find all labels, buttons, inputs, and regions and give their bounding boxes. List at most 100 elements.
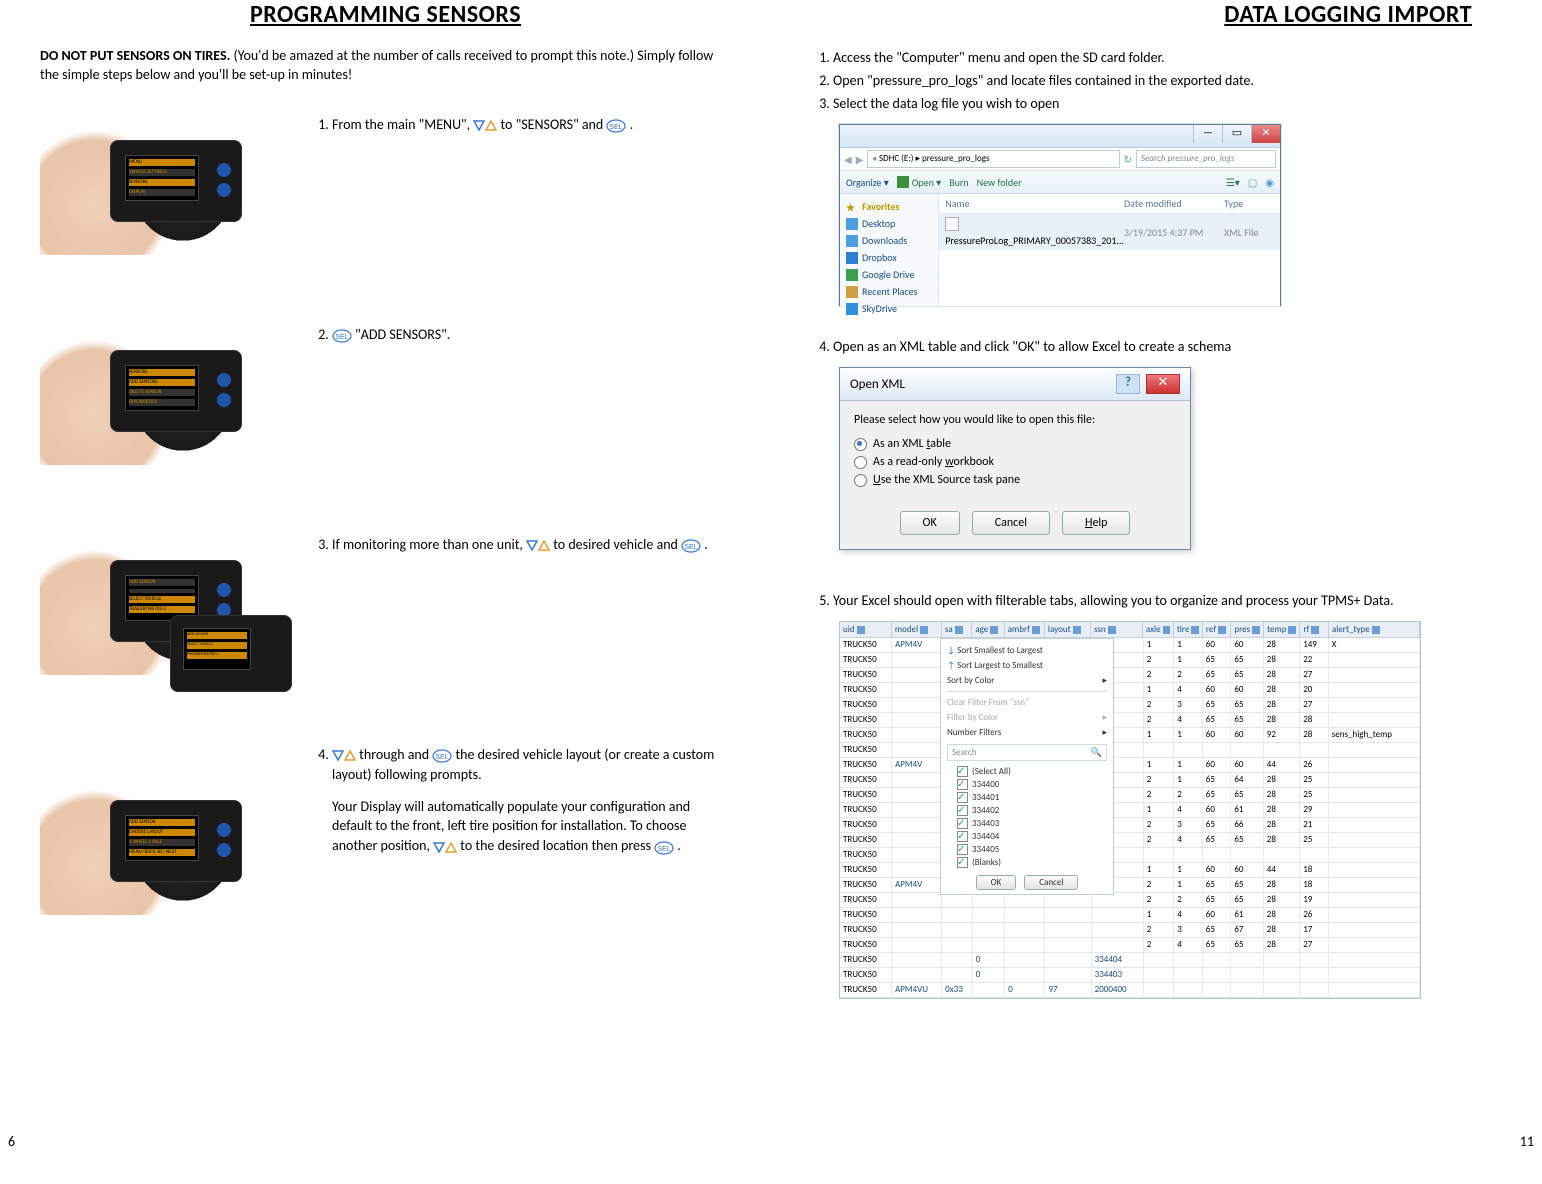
radio-xml-table[interactable]: As an XML table xyxy=(854,435,1176,453)
table-row[interactable]: TRUCK501460612826 xyxy=(840,908,1420,923)
nav-fwd-icon[interactable]: ▶ xyxy=(856,153,864,166)
sort-color[interactable]: Sort by Color ▸ xyxy=(947,673,1107,688)
table-row[interactable]: TRUCK501460612829 xyxy=(840,803,1420,818)
col-alert[interactable]: alert_type xyxy=(1329,622,1420,637)
new-folder-button[interactable]: New folder xyxy=(977,176,1022,189)
nav-downloads[interactable]: Downloads xyxy=(846,232,932,249)
col-pres[interactable]: pres xyxy=(1231,622,1264,637)
dialog-help-button[interactable]: ? xyxy=(1116,374,1140,394)
step-5-right: Your Excel should open with filterable t… xyxy=(833,590,1502,611)
filter-checkbox-item[interactable]: 334402 xyxy=(957,804,1107,817)
organize-button[interactable]: Organize ▾ xyxy=(846,176,889,189)
checkbox-icon xyxy=(957,857,968,868)
col-model[interactable]: model xyxy=(892,622,942,637)
open-dropdown[interactable]: Open ▾ xyxy=(897,176,941,189)
nav-dropbox[interactable]: Dropbox xyxy=(846,249,932,266)
table-row[interactable]: TRUCK502365662821 xyxy=(840,818,1420,833)
radio-icon xyxy=(854,474,867,487)
table-row[interactable]: TRUCK50APM4V2165652818 xyxy=(840,878,1420,893)
filter-checkbox-item[interactable]: (Blanks) xyxy=(957,856,1107,869)
table-row[interactable]: TRUCK502465652828 xyxy=(840,713,1420,728)
col-ssn[interactable]: ssn xyxy=(1091,622,1143,637)
table-row[interactable]: TRUCK50 xyxy=(840,848,1420,863)
sort-desc[interactable]: ↑ Sort Largest to Smallest xyxy=(947,658,1107,673)
checkbox-icon xyxy=(957,818,968,829)
table-row[interactable]: TRUCK50APM4V1160604426 xyxy=(840,758,1420,773)
preview-icon[interactable]: ▢ xyxy=(1248,176,1257,189)
col-uid[interactable]: uid xyxy=(840,622,892,637)
file-explorer-window: — ▭ ✕ ◀ ▶ « SDHC (E:) ▸ pressure_pro_log… xyxy=(839,124,1281,306)
table-row[interactable]: TRUCK501160604418 xyxy=(840,863,1420,878)
maximize-button[interactable]: ▭ xyxy=(1222,125,1251,143)
nav-back-icon[interactable]: ◀ xyxy=(844,153,852,166)
filter-checkbox-item[interactable]: 334400 xyxy=(957,778,1107,791)
col-sa[interactable]: sa xyxy=(942,622,972,637)
table-row[interactable]: TRUCK502165652822 xyxy=(840,653,1420,668)
col-age[interactable]: age xyxy=(972,622,1004,637)
table-row[interactable]: TRUCK501460602820 xyxy=(840,683,1420,698)
dialog-title: Open XML xyxy=(850,377,905,392)
col-ref[interactable]: ref xyxy=(1203,622,1231,637)
radio-readonly[interactable]: As a read-only workbook xyxy=(854,453,1176,471)
left-page: PROGRAMMING SENSORS DO NOT PUT SENSORS O… xyxy=(0,0,771,1154)
table-row[interactable]: TRUCK502265652819 xyxy=(840,893,1420,908)
col-axle[interactable]: axle xyxy=(1143,622,1174,637)
table-row[interactable]: TRUCK502465652827 xyxy=(840,938,1420,953)
filter-ok-button[interactable]: OK xyxy=(976,875,1017,890)
nav-googledrive[interactable]: Google Drive xyxy=(846,266,932,283)
file-row[interactable]: PressureProLog_PRIMARY_00057383_201... 3… xyxy=(939,214,1280,250)
nav-desktop[interactable]: Desktop xyxy=(846,215,932,232)
col-layout[interactable]: layout xyxy=(1045,622,1091,637)
table-row[interactable]: TRUCK502365652827 xyxy=(840,698,1420,713)
nav-recent[interactable]: Recent Places xyxy=(846,283,932,300)
view-icon[interactable]: ☰▾ xyxy=(1226,176,1240,189)
star-icon: ★ xyxy=(846,201,858,213)
explorer-titlebar: — ▭ ✕ xyxy=(840,125,1280,148)
cancel-button[interactable]: Cancel xyxy=(972,511,1050,535)
ok-button[interactable]: OK xyxy=(900,511,960,535)
table-row[interactable]: TRUCK502365672817 xyxy=(840,923,1420,938)
number-filters[interactable]: Number Filters ▸ xyxy=(947,725,1107,740)
filter-checkbox-item[interactable]: 334405 xyxy=(957,843,1107,856)
help-button[interactable]: Help xyxy=(1062,511,1131,535)
col-header-type[interactable]: Type xyxy=(1224,197,1274,210)
top-step-3: Select the data log file you wish to ope… xyxy=(833,93,1502,114)
filter-dropdown-icon[interactable] xyxy=(857,626,865,634)
table-row[interactable]: TRUCK502165642825 xyxy=(840,773,1420,788)
search-input[interactable]: Search pressure_pro_logs xyxy=(1136,150,1276,168)
col-ambrf[interactable]: ambrf xyxy=(1005,622,1045,637)
filter-checkbox-item[interactable]: 334404 xyxy=(957,830,1107,843)
filter-cancel-button[interactable]: Cancel xyxy=(1024,875,1078,890)
radio-source-pane[interactable]: Use the XML Source task pane xyxy=(854,471,1176,489)
table-row[interactable]: TRUCK502465652825 xyxy=(840,833,1420,848)
radio-icon xyxy=(854,438,867,451)
close-button[interactable]: ✕ xyxy=(1251,125,1280,143)
table-row[interactable]: TRUCK500334404 xyxy=(840,953,1420,968)
col-temp[interactable]: temp xyxy=(1264,622,1300,637)
col-rf[interactable]: rf xyxy=(1300,622,1328,637)
refresh-icon[interactable]: ↻ xyxy=(1124,153,1132,166)
burn-button[interactable]: Burn xyxy=(949,176,968,189)
dialog-close-button[interactable]: ✕ xyxy=(1146,374,1180,394)
nav-skydrive[interactable]: SkyDrive xyxy=(846,300,932,317)
table-row[interactable]: TRUCK502265652825 xyxy=(840,788,1420,803)
minimize-button[interactable]: — xyxy=(1193,125,1222,143)
col-header-name[interactable]: Name xyxy=(945,197,1124,210)
table-row[interactable]: TRUCK501160609228sens_high_temp xyxy=(840,728,1420,743)
table-row[interactable]: TRUCK50APM4V11606028149X xyxy=(840,638,1420,653)
col-tire[interactable]: tire xyxy=(1174,622,1203,637)
filter-search[interactable]: Search🔍 xyxy=(947,744,1107,761)
col-header-date[interactable]: Date modified xyxy=(1124,197,1224,210)
filter-checkbox-item[interactable]: 334403 xyxy=(957,817,1107,830)
sel-icon: SEL xyxy=(606,116,626,136)
help-icon[interactable]: ◉ xyxy=(1265,176,1274,189)
filter-checkbox-item[interactable]: 334401 xyxy=(957,791,1107,804)
table-row[interactable]: TRUCK500334403 xyxy=(840,968,1420,983)
address-bar[interactable]: « SDHC (E:) ▸ pressure_pro_logs xyxy=(867,150,1119,168)
table-row[interactable]: TRUCK502265652827 xyxy=(840,668,1420,683)
excel-header-row: uid model sa age ambrf layout ssn axle t… xyxy=(840,622,1420,638)
sort-asc[interactable]: ↓ Sort Smallest to Largest xyxy=(947,643,1107,658)
filter-checkbox-item[interactable]: (Select All) xyxy=(957,765,1107,778)
table-row[interactable]: TRUCK50APM4VU0x330972000400 xyxy=(840,983,1420,998)
table-row[interactable]: TRUCK50 xyxy=(840,743,1420,758)
